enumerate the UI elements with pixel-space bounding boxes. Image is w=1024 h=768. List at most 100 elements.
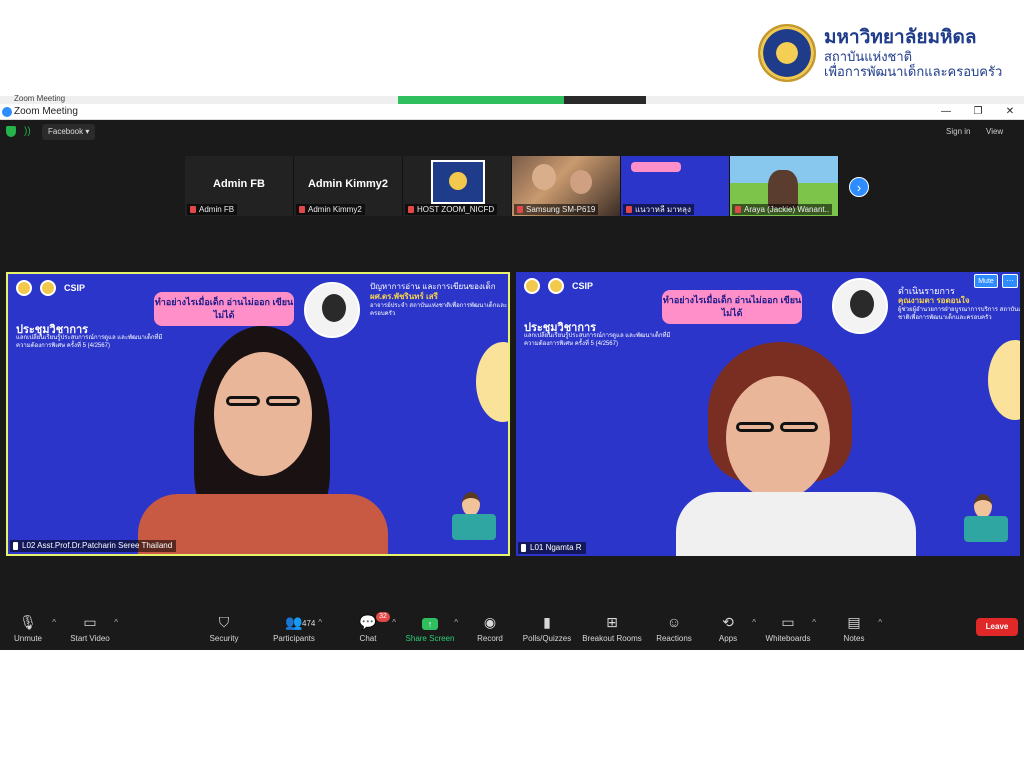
chevron-up-icon[interactable]: ^ <box>878 618 882 627</box>
livestream-dropdown[interactable]: Facebook ▾ <box>42 124 96 140</box>
start-video-button[interactable]: ▭ Start Video ^ <box>58 612 122 643</box>
thumbnail-name-label: HOST ZOOM_NICFD <box>405 204 498 215</box>
participant-thumbnail[interactable]: Admin FB Admin FB <box>185 156 294 216</box>
shield-icon: ⛉ <box>218 614 230 630</box>
apps-button[interactable]: ⟲ Apps ^ <box>696 612 760 643</box>
mahidol-seal-icon <box>524 278 540 294</box>
slide-banner: ทำอย่างไรเมื่อเด็ก อ่านไม่ออก เขียนไม่ได… <box>154 292 294 326</box>
zoom-logo-icon <box>2 107 12 117</box>
thumbnail-name-label: Admin Kimmy2 <box>296 204 365 215</box>
mahidol-seal-icon <box>758 24 816 82</box>
microphone-muted-icon: 🎙 <box>19 614 37 630</box>
breakout-rooms-button[interactable]: ⊞ Breakout Rooms <box>580 612 644 643</box>
polls-label: Polls/Quizzes <box>522 634 572 643</box>
thumbnail-name-label: Samsung SM-P619 <box>514 204 599 215</box>
csip-logo: CSIP <box>572 281 594 291</box>
encryption-shield-icon[interactable] <box>6 126 16 137</box>
guest-name: ผศ.ดร.พัชรินทร์ เสรี <box>370 292 438 301</box>
share-banner <box>398 96 564 104</box>
sign-in-link[interactable]: Sign in <box>946 127 970 136</box>
thumbnail-name-label: Admin FB <box>187 204 238 215</box>
zoom-window: Zoom Meeting Zoom Meeting — ❐ ✕ )) Faceb… <box>0 94 1024 650</box>
guest-name: คุณงามตา รอดอนใจ <box>898 296 970 305</box>
window-title: Zoom Meeting <box>14 106 78 117</box>
mute-participant-button[interactable]: Mute <box>974 274 998 288</box>
participants-button[interactable]: 👥 474 Participants ^ <box>262 612 326 643</box>
unmute-button[interactable]: 🎙 Unmute ^ <box>0 612 60 643</box>
connection-signal-icon[interactable]: )) <box>24 126 31 137</box>
chat-button[interactable]: 💬 32 Chat ^ <box>336 612 400 643</box>
guest-role: ผู้ช่วยผู้อำนวยการฝ่ายบูรณาการบริการ สถา… <box>898 307 1020 321</box>
share-screen-label: Share Screen <box>405 634 455 643</box>
participants-icon: 👥 <box>285 614 303 630</box>
chevron-up-icon[interactable]: ^ <box>318 618 322 627</box>
chevron-right-icon[interactable]: › <box>849 177 869 197</box>
decorative-blob <box>476 342 508 422</box>
participant-thumbnail[interactable]: Araya (Jackie) Wanant.. <box>730 156 839 216</box>
polls-button[interactable]: ▮ Polls/Quizzes <box>515 612 579 643</box>
view-options-button[interactable] <box>564 96 646 104</box>
restore-button[interactable]: ❐ <box>970 105 986 119</box>
notes-label: Notes <box>843 634 865 643</box>
slide-logos: CSIP <box>16 280 85 296</box>
child-illustration-icon <box>956 494 1012 546</box>
participant-thumbnail[interactable]: Admin Kimmy2 Admin Kimmy2 <box>294 156 403 216</box>
more-options-button[interactable]: ··· <box>1002 274 1018 288</box>
mahidol-seal-icon <box>16 280 32 296</box>
participant-thumbnail-strip: Admin FB Admin FB Admin Kimmy2 Admin Kim… <box>185 156 839 216</box>
slide-subtitle: แลกเปลี่ยนเรียนรู้ประสบการณ์การดูแล และพ… <box>524 333 671 347</box>
participant-thumbnail[interactable]: แนวาหลี มาหลุง <box>621 156 730 216</box>
chat-label: Chat <box>359 634 377 643</box>
speaker-person <box>676 342 916 556</box>
institution-line2: สถาบันแห่งชาติ <box>824 49 913 64</box>
participant-thumbnail[interactable]: Samsung SM-P619 <box>512 156 621 216</box>
meeting-controls-bar: 🎙 Unmute ^ ▭ Start Video ^ ⛉ Security 👥 … <box>0 608 1024 650</box>
chevron-up-icon[interactable]: ^ <box>812 618 816 627</box>
institution-logo: มหาวิทยาลัยมหิดล สถาบันแห่งชาติ เพื่อการ… <box>758 24 1002 82</box>
decorative-blob <box>988 340 1020 420</box>
guest-role: อาจารย์ประจำ สถาบันแห่งชาติเพื่อการพัฒนา… <box>370 303 508 317</box>
guest-info: ปัญหาการอ่าน และการเขียนของเด็ก ผศ.ดร.พั… <box>370 282 508 318</box>
view-button[interactable]: View <box>986 127 1003 136</box>
institution-text: มหาวิทยาลัยมหิดล สถาบันแห่งชาติ เพื่อการ… <box>824 27 1002 79</box>
breakout-rooms-label: Breakout Rooms <box>582 634 642 643</box>
participants-count: 474 <box>302 619 316 628</box>
guest-info: ดำเนินรายการ คุณงามตา รอดอนใจ ผู้ช่วยผู้… <box>898 286 1020 322</box>
chevron-up-icon[interactable]: ^ <box>114 618 118 627</box>
participants-label: Participants <box>273 634 315 643</box>
institution-line1: มหาวิทยาลัยมหิดล <box>824 27 977 48</box>
close-button[interactable]: ✕ <box>1002 105 1018 119</box>
thumbnail-name-label: แนวาหลี มาหลุง <box>623 204 694 215</box>
guest-photo <box>832 278 888 334</box>
institute-seal-icon <box>40 280 56 296</box>
share-screen-icon: ↑ <box>398 612 462 632</box>
speaker-video-left[interactable]: CSIP ประชุมวิชาการ แลกเปลี่ยนเรียนรู้ประ… <box>6 272 510 556</box>
share-screen-button[interactable]: ↑ Share Screen ^ <box>398 612 462 643</box>
speaker-video-right[interactable]: CSIP ประชุมวิชาการ แลกเปลี่ยนเรียนรู้ประ… <box>516 272 1020 556</box>
institute-seal-icon <box>548 278 564 294</box>
speaker-name-tag: L01 Ngamta R <box>518 542 586 554</box>
security-button[interactable]: ⛉ Security <box>192 612 256 643</box>
screen: มหาวิทยาลัยมหิดล สถาบันแห่งชาติ เพื่อการ… <box>0 0 1024 768</box>
leave-button[interactable]: Leave <box>976 618 1018 636</box>
record-label: Record <box>477 634 503 643</box>
title-bar: Zoom Meeting — ❐ ✕ <box>0 104 1024 120</box>
notes-button[interactable]: ▤ Notes ^ <box>822 612 886 643</box>
unmute-label: Unmute <box>13 634 42 643</box>
apps-label: Apps <box>718 634 738 643</box>
whiteboards-button[interactable]: ▭ Whiteboards ^ <box>756 612 820 643</box>
breakout-rooms-icon: ⊞ <box>606 614 618 630</box>
slide-logos: CSIP <box>524 278 593 294</box>
speaker-name-tag: L02 Asst.Prof.Dr.Patcharin Seree Thailan… <box>10 540 177 552</box>
speaker-person <box>138 326 388 554</box>
meeting-top-bar: )) Facebook ▾ Sign in View <box>0 121 1024 143</box>
chevron-up-icon[interactable]: ^ <box>392 618 396 627</box>
polls-icon: ▮ <box>543 614 551 630</box>
whiteboard-icon: ▭ <box>781 614 795 630</box>
chevron-up-icon[interactable]: ^ <box>52 618 56 627</box>
slide-banner: ทำอย่างไรเมื่อเด็ก อ่านไม่ออก เขียนไม่ได… <box>662 290 802 324</box>
ghost-window-title: Zoom Meeting <box>14 94 66 103</box>
minimize-button[interactable]: — <box>938 105 954 119</box>
participant-thumbnail[interactable]: HOST ZOOM_NICFD <box>403 156 512 216</box>
record-button[interactable]: ◉ Record <box>458 612 522 643</box>
